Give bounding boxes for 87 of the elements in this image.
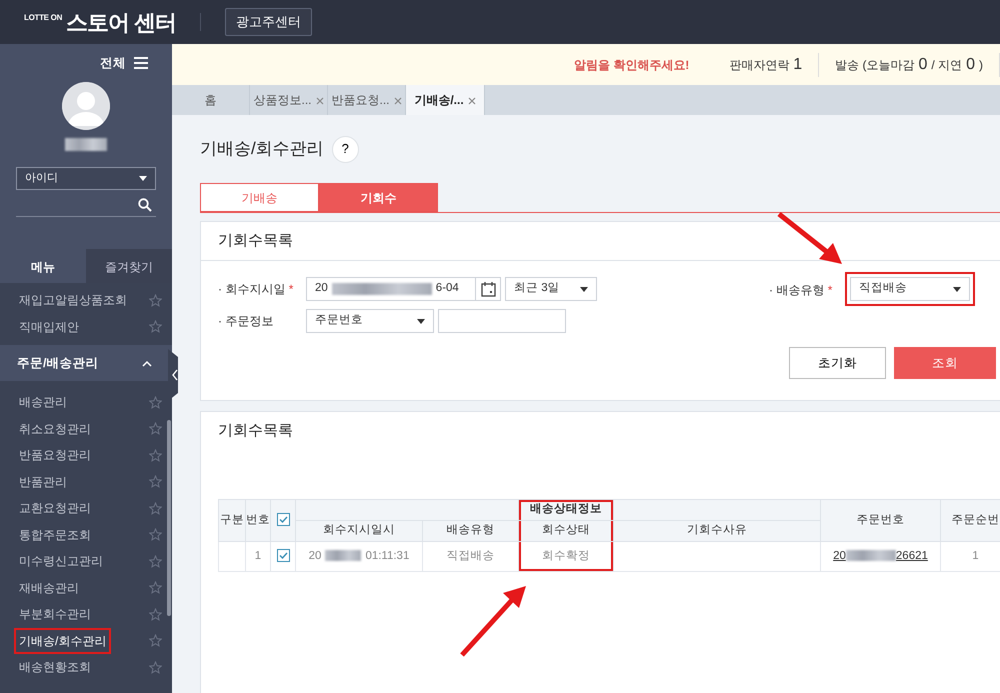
star-icon[interactable] bbox=[149, 320, 162, 334]
page-tab[interactable]: 기배송/... bbox=[406, 85, 485, 115]
menu-section-header[interactable]: 주문/배송관리 bbox=[17, 354, 98, 372]
search-button[interactable]: 조회 bbox=[894, 347, 996, 379]
app-title: 스토어 센터 bbox=[66, 8, 176, 36]
close-icon[interactable] bbox=[394, 96, 402, 105]
star-icon[interactable] bbox=[149, 294, 162, 307]
notice-count[interactable]: 0 bbox=[966, 52, 975, 76]
field-label: · 회수지시일 bbox=[218, 282, 286, 296]
reset-button[interactable]: 초기화 bbox=[789, 347, 886, 379]
checkbox[interactable] bbox=[276, 513, 290, 526]
table-cell: 1 bbox=[246, 542, 270, 572]
notice-count[interactable]: 1 bbox=[793, 52, 802, 76]
sidebar-item[interactable]: 부분회수관리 bbox=[17, 604, 93, 624]
menu-icon[interactable] bbox=[134, 57, 148, 69]
sidebar-item[interactable]: 직매입제안 bbox=[17, 316, 81, 337]
alert-text: 알림을 확인해주세요! bbox=[574, 56, 690, 74]
calendar-icon[interactable] bbox=[476, 277, 501, 301]
sidebar-tab[interactable]: 즐겨찾기 bbox=[86, 249, 172, 283]
checkbox[interactable] bbox=[276, 549, 290, 562]
sidebar-item[interactable]: 교환요청관리 bbox=[17, 498, 93, 518]
help-button[interactable]: ? bbox=[332, 136, 359, 162]
delivery-type-select[interactable]: 직접배송 bbox=[850, 277, 970, 301]
all-menu-label[interactable]: 전체 bbox=[100, 54, 126, 72]
star-icon[interactable] bbox=[149, 554, 162, 568]
notice-label: 판매자연락 bbox=[729, 56, 790, 74]
table-cell: 01:11:31 bbox=[365, 550, 410, 562]
notice-label: / 지연 bbox=[931, 56, 962, 74]
star-icon[interactable] bbox=[149, 660, 162, 674]
advertiser-center-button[interactable]: 광고주센터 bbox=[225, 8, 312, 36]
column-header: 회수지시일시 bbox=[296, 520, 422, 542]
annotation-arrow bbox=[460, 586, 526, 657]
sidebar-item[interactable]: 배송관리 bbox=[17, 392, 69, 412]
required-mark: * bbox=[288, 282, 294, 296]
order-info-select[interactable]: 주문번호 bbox=[306, 309, 434, 333]
sidebar-item[interactable]: 재입고알림상품조회 bbox=[17, 290, 129, 310]
order-search-field[interactable] bbox=[438, 309, 566, 333]
star-icon[interactable] bbox=[149, 608, 162, 621]
sidebar-item[interactable]: 통합주문조회 bbox=[17, 524, 93, 545]
sub-tab[interactable]: 기회수 bbox=[319, 183, 438, 212]
star-icon[interactable] bbox=[149, 422, 162, 436]
avatar-icon bbox=[62, 82, 110, 130]
table-cell: 직접배송 bbox=[422, 542, 518, 572]
close-icon[interactable] bbox=[316, 96, 324, 105]
column-header: 배송유형 bbox=[422, 520, 518, 542]
sidebar-item[interactable]: 재배송관리 bbox=[17, 578, 81, 598]
column-header: 주문순번 bbox=[940, 500, 1000, 542]
star-icon[interactable] bbox=[149, 475, 162, 488]
page-title: 기배송/회수관리 bbox=[200, 138, 324, 160]
sidebar-item[interactable]: 반품관리 bbox=[17, 472, 69, 492]
star-icon[interactable] bbox=[149, 396, 162, 409]
notice-label: 발송 (오늘마감 bbox=[835, 56, 915, 74]
chevron-up-icon[interactable] bbox=[142, 360, 152, 366]
close-icon[interactable] bbox=[468, 96, 476, 105]
star-icon[interactable] bbox=[149, 502, 162, 515]
star-icon[interactable] bbox=[149, 634, 162, 648]
sub-tab[interactable]: 기배송 bbox=[200, 183, 319, 212]
annotation-arrow bbox=[777, 212, 842, 264]
field-label: · 배송유형 bbox=[769, 283, 824, 297]
notice-count[interactable]: 0 bbox=[918, 52, 928, 76]
sidebar-item[interactable]: 반품요청관리 bbox=[17, 445, 93, 466]
date-field[interactable]: 20 6-04 bbox=[306, 277, 476, 301]
column-header: 회수상태 bbox=[518, 520, 614, 542]
star-icon[interactable] bbox=[149, 528, 162, 542]
period-select[interactable]: 최근 3일 bbox=[505, 277, 597, 301]
star-icon[interactable] bbox=[149, 448, 162, 462]
search-icon[interactable] bbox=[138, 198, 152, 212]
sidebar-item[interactable]: 기배송/회수관리 bbox=[17, 630, 108, 651]
column-header: 구분 bbox=[218, 500, 246, 542]
column-group-header: 배송상태정보 bbox=[518, 500, 614, 520]
sidebar-item[interactable]: 미수령신고관리 bbox=[17, 551, 105, 572]
table-cell: 회수확정 bbox=[518, 542, 614, 572]
column-header: 기회수사유 bbox=[614, 520, 820, 542]
sidebar-item[interactable]: 배송현황조회 bbox=[17, 657, 93, 678]
table-cell: 20 bbox=[308, 550, 322, 562]
required-mark: * bbox=[828, 283, 832, 297]
sidebar-item[interactable]: 취소요청관리 bbox=[17, 418, 93, 439]
blurred-text bbox=[325, 550, 362, 562]
field-label: · 주문정보 bbox=[218, 313, 274, 330]
blurred-username bbox=[65, 138, 107, 151]
column-header: 주문번호 bbox=[820, 500, 940, 542]
panel-title: 기회수목록 bbox=[217, 421, 294, 442]
logo-text: LOTTE ON bbox=[24, 12, 62, 24]
star-icon[interactable] bbox=[149, 581, 162, 594]
notice-label: ) bbox=[979, 56, 983, 74]
id-select[interactable]: 아이디 bbox=[16, 167, 156, 190]
column-header: 번호 bbox=[246, 500, 270, 542]
